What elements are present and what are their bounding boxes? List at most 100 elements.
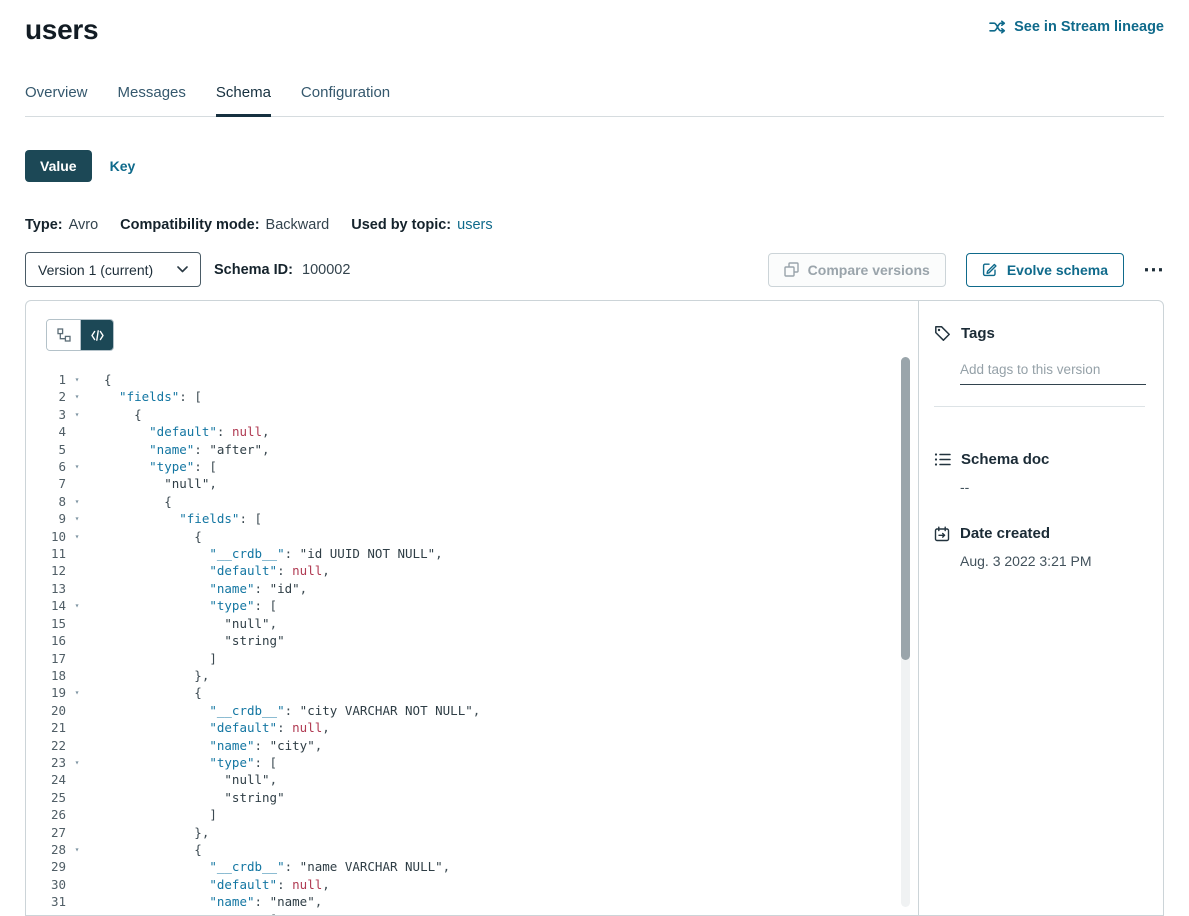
collapse-arrow-icon[interactable]: ▾ bbox=[66, 597, 88, 614]
key-toggle-button[interactable]: Key bbox=[106, 150, 140, 182]
compatibility-value: Backward bbox=[266, 217, 330, 233]
value-toggle-button[interactable]: Value bbox=[25, 150, 92, 182]
schema-id-value: 100002 bbox=[302, 262, 350, 278]
tab-overview[interactable]: Overview bbox=[25, 84, 88, 116]
code-text: "name": "city", bbox=[104, 737, 322, 754]
topic-link[interactable]: users bbox=[457, 217, 492, 233]
code-line: 25"string" bbox=[26, 789, 918, 806]
used-by-topic-group: Used by topic: users bbox=[351, 217, 492, 233]
line-number: 13 bbox=[26, 580, 66, 597]
collapse-arrow-icon[interactable]: ▾ bbox=[66, 528, 88, 545]
code-line: 22"name": "city", bbox=[26, 737, 918, 754]
collapse-arrow-icon[interactable]: ▾ bbox=[66, 493, 88, 510]
compare-versions-button[interactable]: Compare versions bbox=[768, 253, 946, 287]
collapse-arrow-icon[interactable]: ▾ bbox=[66, 684, 88, 701]
page: users See in Stream lineage Overview Mess… bbox=[0, 0, 1189, 916]
line-number: 28 bbox=[26, 841, 66, 858]
arrow-spacer bbox=[66, 789, 88, 806]
code-editor: 1▾{2▾"fields": [3▾{4"default": null,5"na… bbox=[26, 301, 919, 915]
code-text: ] bbox=[104, 806, 217, 823]
code-text: "default": null, bbox=[104, 719, 330, 736]
code-line: 7"null", bbox=[26, 475, 918, 492]
collapse-arrow-icon[interactable]: ▾ bbox=[66, 911, 88, 915]
sidebar-divider bbox=[934, 406, 1145, 407]
code-brackets-icon bbox=[91, 330, 104, 341]
toolbar-actions: Compare versions Evolve schema ⋯ bbox=[768, 253, 1164, 287]
line-number: 4 bbox=[26, 423, 66, 440]
evolve-schema-button[interactable]: Evolve schema bbox=[966, 253, 1124, 287]
code-line: 10▾{ bbox=[26, 528, 918, 545]
arrow-spacer bbox=[66, 771, 88, 788]
add-tags-input[interactable] bbox=[960, 359, 1146, 385]
line-number: 15 bbox=[26, 615, 66, 632]
compare-versions-label: Compare versions bbox=[808, 262, 930, 278]
code-line: 5 "name": "after", bbox=[26, 441, 918, 458]
code-line: 31 "name": "name", bbox=[26, 893, 918, 910]
collapse-arrow-icon[interactable]: ▾ bbox=[66, 510, 88, 527]
schema-doc-heading: Schema doc bbox=[934, 451, 1145, 468]
editor-scrollbar bbox=[901, 357, 910, 907]
code-line: 1▾{ bbox=[26, 371, 918, 388]
compatibility-label: Compatibility mode: bbox=[120, 217, 259, 233]
stream-lineage-label: See in Stream lineage bbox=[1014, 19, 1164, 35]
tree-view-button[interactable] bbox=[47, 320, 80, 350]
tab-configuration[interactable]: Configuration bbox=[301, 84, 390, 116]
code-line: 14▾"type": [ bbox=[26, 597, 918, 614]
code-line: 29 "__crdb__": "name VARCHAR NULL", bbox=[26, 858, 918, 875]
code-text: "__crdb__": "id UUID NOT NULL", bbox=[104, 545, 443, 562]
tab-messages[interactable]: Messages bbox=[118, 84, 186, 116]
chevron-down-icon bbox=[177, 266, 188, 273]
more-options-button[interactable]: ⋯ bbox=[1143, 259, 1164, 280]
arrow-spacer bbox=[66, 719, 88, 736]
version-select[interactable]: Version 1 (current) bbox=[25, 252, 201, 287]
tab-bar: Overview Messages Schema Configuration bbox=[25, 84, 1164, 117]
collapse-arrow-icon[interactable]: ▾ bbox=[66, 406, 88, 423]
code-text: "default": null, bbox=[104, 423, 270, 440]
date-created-value: Aug. 3 2022 3:21 PM bbox=[960, 553, 1145, 569]
code-text: "__crdb__": "name VARCHAR NULL", bbox=[104, 858, 450, 875]
tab-schema[interactable]: Schema bbox=[216, 84, 271, 116]
pencil-square-icon bbox=[982, 262, 998, 277]
arrow-spacer bbox=[66, 667, 88, 684]
code-text: "name": "after", bbox=[104, 441, 270, 458]
code-line: 21"default": null, bbox=[26, 719, 918, 736]
arrow-spacer bbox=[66, 737, 88, 754]
collapse-arrow-icon[interactable]: ▾ bbox=[66, 754, 88, 771]
line-number: 31 bbox=[26, 893, 66, 910]
arrow-spacer bbox=[66, 562, 88, 579]
code-line: 24"null", bbox=[26, 771, 918, 788]
line-number: 6 bbox=[26, 458, 66, 475]
code-view-button[interactable] bbox=[80, 320, 113, 350]
tree-structure-icon bbox=[57, 328, 71, 342]
editor-view-toggle bbox=[46, 319, 114, 351]
code-line: 6▾ "type": [ bbox=[26, 458, 918, 475]
line-number: 17 bbox=[26, 650, 66, 667]
stream-lineage-link[interactable]: See in Stream lineage bbox=[989, 19, 1164, 35]
schema-doc-value: -- bbox=[960, 479, 1145, 495]
line-number: 10 bbox=[26, 528, 66, 545]
type-label: Type: bbox=[25, 217, 63, 233]
line-number: 3 bbox=[26, 406, 66, 423]
code-text: "type": [ bbox=[104, 458, 217, 475]
calendar-icon bbox=[934, 526, 950, 542]
collapse-arrow-icon[interactable]: ▾ bbox=[66, 371, 88, 388]
line-number: 29 bbox=[26, 858, 66, 875]
code-text: "type": [ bbox=[104, 597, 277, 614]
code-text: "string" bbox=[104, 632, 285, 649]
code-line: 23▾"type": [ bbox=[26, 754, 918, 771]
collapse-arrow-icon[interactable]: ▾ bbox=[66, 388, 88, 405]
code-text: { bbox=[104, 684, 202, 701]
line-number: 18 bbox=[26, 667, 66, 684]
code-text: "name": "name", bbox=[104, 893, 322, 910]
line-number: 27 bbox=[26, 824, 66, 841]
schema-panel: 1▾{2▾"fields": [3▾{4"default": null,5"na… bbox=[25, 300, 1164, 916]
line-number: 5 bbox=[26, 441, 66, 458]
code-text: "null", bbox=[104, 615, 277, 632]
line-number: 24 bbox=[26, 771, 66, 788]
line-number: 2 bbox=[26, 388, 66, 405]
arrow-spacer bbox=[66, 858, 88, 875]
collapse-arrow-icon[interactable]: ▾ bbox=[66, 841, 88, 858]
collapse-arrow-icon[interactable]: ▾ bbox=[66, 458, 88, 475]
type-group: Type: Avro bbox=[25, 217, 98, 233]
scrollbar-thumb[interactable] bbox=[901, 357, 910, 660]
